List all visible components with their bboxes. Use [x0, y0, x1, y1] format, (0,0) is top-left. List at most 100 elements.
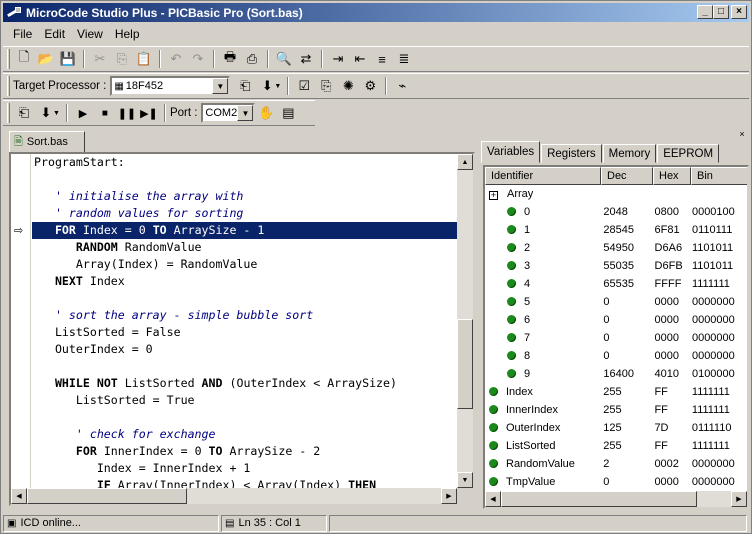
code-line[interactable]: Index = InnerIndex + 1	[32, 460, 458, 477]
expand-icon[interactable]: +	[489, 191, 498, 200]
code-line[interactable]: ListSorted = True	[32, 392, 458, 409]
tab-variables[interactable]: Variables	[481, 141, 541, 163]
scroll-right-icon[interactable]: ▶	[441, 488, 457, 504]
outdent-icon[interactable]: ⇤	[349, 48, 371, 70]
toolbar-grip[interactable]	[7, 49, 10, 69]
code-line[interactable]	[32, 358, 458, 375]
stop-icon[interactable]: ■	[94, 102, 116, 124]
compile-icon[interactable]: ⎗	[234, 75, 256, 97]
close-button[interactable]: ×	[731, 5, 747, 19]
erase-icon[interactable]: ✺	[337, 75, 359, 97]
variable-row[interactable]: 1 28545 6F81 0110111	[485, 221, 747, 239]
code-editor[interactable]: ⇨ ProgramStart: ' initialise the array w…	[9, 152, 475, 506]
editor-gutter[interactable]: ⇨	[11, 154, 31, 504]
variable-row[interactable]: 9 16400 4010 0100000	[485, 365, 747, 383]
scroll-right-icon[interactable]: ▶	[731, 491, 747, 507]
menu-help[interactable]: Help	[109, 27, 146, 41]
variable-row[interactable]: 8 0 0000 0000000	[485, 347, 747, 365]
scroll-down-icon[interactable]: ▼	[457, 472, 473, 488]
menu-file[interactable]: File	[7, 27, 38, 41]
pause-icon[interactable]: ❚❚	[116, 102, 138, 124]
code-line[interactable]: IF Array(InnerIndex) < Array(Index) THEN	[32, 477, 458, 488]
code-line[interactable]: FOR InnerIndex = 0 TO ArraySize - 2	[32, 443, 458, 460]
toolbar-grip[interactable]	[7, 103, 10, 123]
variable-row[interactable]: 0 2048 0800 0000100	[485, 203, 747, 221]
variables-list[interactable]: Identifier Dec Hex Bin + Array 0 2048 0800 00…	[483, 165, 749, 509]
run-icon[interactable]: ▶	[72, 102, 94, 124]
editor-horizontal-scrollbar[interactable]: ◀ ▶	[11, 488, 457, 504]
toolbar-grip[interactable]	[7, 76, 10, 96]
menu-edit[interactable]: Edit	[38, 27, 71, 41]
target-processor-select[interactable]: ▦ 18F452 ▼	[110, 76, 231, 96]
uncomment-icon[interactable]: ≣	[393, 48, 415, 70]
code-line[interactable]: Array(Index) = RandomValue	[32, 256, 458, 273]
code-line[interactable]: ' initialise the array with	[32, 188, 458, 205]
loader-icon[interactable]: ⚙	[359, 75, 381, 97]
scroll-thumb[interactable]	[27, 488, 187, 504]
menu-view[interactable]: View	[71, 27, 109, 41]
code-line[interactable]: ' check for exchange	[32, 426, 458, 443]
verify-icon[interactable]: ☑	[293, 75, 315, 97]
indent-icon[interactable]: ⇥	[327, 48, 349, 70]
code-line[interactable]	[32, 171, 458, 188]
replace-icon[interactable]: ⇄	[295, 48, 317, 70]
variable-row[interactable]: RandomValue 2 0002 0000000	[485, 455, 747, 473]
scroll-thumb[interactable]	[457, 319, 473, 409]
step-icon[interactable]: ▶❚	[138, 102, 160, 124]
scroll-left-icon[interactable]: ◀	[485, 491, 501, 507]
paste-icon[interactable]: 📋	[133, 48, 155, 70]
code-line[interactable]: ListSorted = False	[32, 324, 458, 341]
print-icon[interactable]: 🖶	[219, 48, 241, 70]
scroll-thumb[interactable]	[501, 491, 697, 507]
variable-row[interactable]: InnerIndex 255 FF 1111111	[485, 401, 747, 419]
maximize-button[interactable]: □	[713, 5, 729, 19]
scroll-up-icon[interactable]: ▲	[457, 154, 473, 170]
minimize-button[interactable]: _	[697, 5, 713, 19]
open-file-icon[interactable]: 📂	[35, 48, 57, 70]
column-dec[interactable]: Dec	[601, 167, 653, 185]
hand-icon[interactable]: ✋	[255, 102, 277, 124]
variable-row[interactable]: ListSorted 255 FF 1111111	[485, 437, 747, 455]
tab-memory[interactable]: Memory	[602, 144, 657, 163]
read-icon[interactable]: ⎘	[315, 75, 337, 97]
code-line[interactable]	[32, 409, 458, 426]
code-line[interactable]: NEXT Index	[32, 273, 458, 290]
find-icon[interactable]: 🔍	[273, 48, 295, 70]
variable-row[interactable]: Index 255 FF 1111111	[485, 383, 747, 401]
cut-icon[interactable]: ✂	[89, 48, 111, 70]
chevron-down-icon[interactable]: ▼	[212, 78, 229, 94]
save-file-icon[interactable]: 💾	[57, 48, 79, 70]
icd-compile-icon[interactable]: ⎗	[13, 102, 35, 124]
variable-row[interactable]: + Array	[485, 185, 747, 203]
undo-icon[interactable]: ↶	[165, 48, 187, 70]
variable-row[interactable]: 4 65535 FFFF 1111111	[485, 275, 747, 293]
panel-close-icon[interactable]: ×	[736, 129, 748, 140]
scroll-left-icon[interactable]: ◀	[11, 488, 27, 504]
column-bin[interactable]: Bin	[691, 167, 747, 185]
variables-horizontal-scrollbar[interactable]: ◀ ▶	[485, 491, 747, 507]
redo-icon[interactable]: ↷	[187, 48, 209, 70]
editor-vertical-scrollbar[interactable]: ▲ ▼	[457, 154, 473, 488]
variable-row[interactable]: TmpValue 0 0000 0000000	[485, 473, 747, 491]
new-file-icon[interactable]: 🗋	[13, 48, 35, 70]
tab-registers[interactable]: Registers	[541, 144, 602, 163]
variable-row[interactable]: 2 54950 D6A6 1101011	[485, 239, 747, 257]
code-line[interactable]	[32, 290, 458, 307]
variable-row[interactable]: 6 0 0000 0000000	[485, 311, 747, 329]
variable-row[interactable]: 7 0 0000 0000000	[485, 329, 747, 347]
comment-icon[interactable]: ≡	[371, 48, 393, 70]
copy-icon[interactable]: ⎘	[111, 48, 133, 70]
chevron-down-icon[interactable]: ▼	[274, 83, 281, 90]
code-line-current[interactable]: FOR Index = 0 TO ArraySize - 1	[32, 222, 458, 239]
code-line[interactable]: ProgramStart:	[32, 154, 458, 171]
variable-row[interactable]: 3 55035 D6FB 1101011	[485, 257, 747, 275]
code-line[interactable]: RANDOM RandomValue	[32, 239, 458, 256]
code-line[interactable]: ' random values for sorting	[32, 205, 458, 222]
tab-sort-bas[interactable]: 🗎 Sort.bas	[9, 131, 85, 153]
column-identifier[interactable]: Identifier	[485, 167, 601, 185]
chevron-down-icon[interactable]: ▼	[53, 110, 60, 117]
terminal-icon[interactable]: ⌁	[391, 75, 413, 97]
variable-row[interactable]: 5 0 0000 0000000	[485, 293, 747, 311]
code-line[interactable]: OuterIndex = 0	[32, 341, 458, 358]
options-icon[interactable]: ▤	[277, 102, 299, 124]
